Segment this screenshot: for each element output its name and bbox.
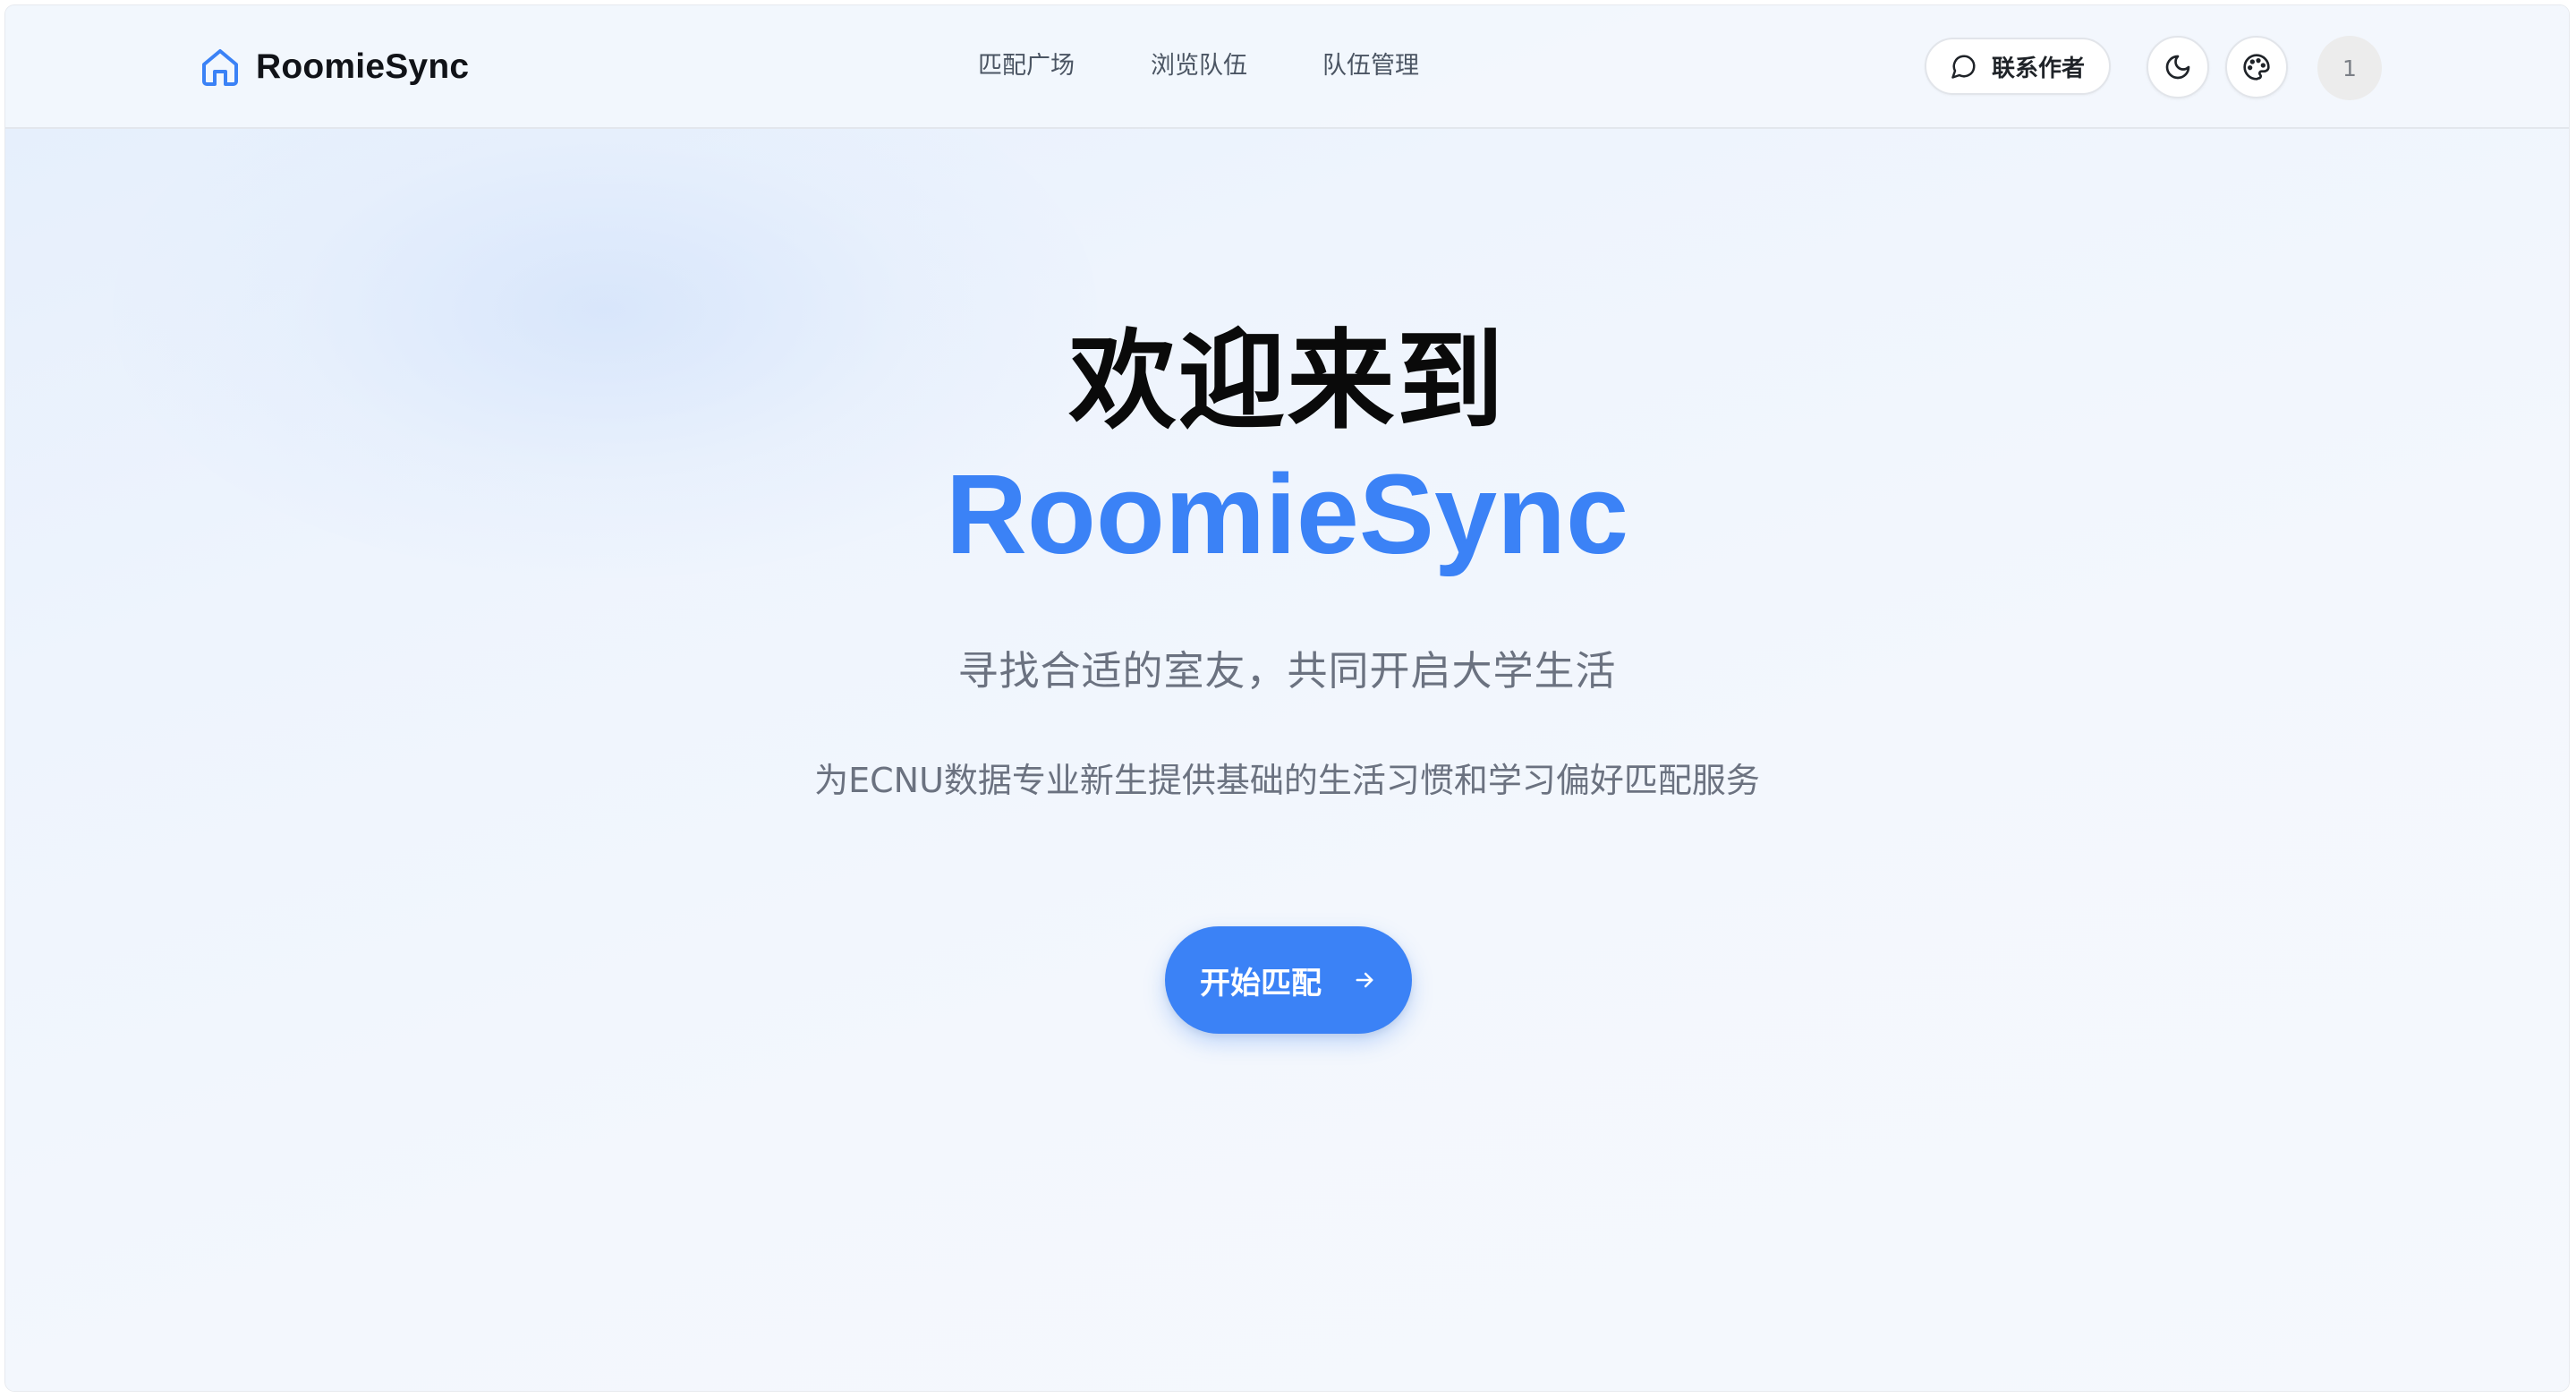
nav-item-browse-teams[interactable]: 浏览队伍 xyxy=(1151,48,1247,84)
arrow-right-icon xyxy=(1356,972,1373,988)
avatar-text: 1 xyxy=(2342,55,2357,81)
brand-name: RoomieSync xyxy=(256,47,470,86)
theme-toggle-button[interactable] xyxy=(2147,36,2209,98)
chat-bubble-icon xyxy=(1951,55,1976,79)
brand-logo[interactable]: RoomieSync xyxy=(199,45,469,90)
top-navbar: RoomieSync 匹配广场 浏览队伍 队伍管理 联系作者 1 xyxy=(5,5,2569,129)
contact-author-label: 联系作者 xyxy=(1991,55,2085,82)
theme-palette-button[interactable] xyxy=(2225,36,2288,98)
moon-icon xyxy=(2165,55,2190,80)
hero-tagline: 寻找合适的室友，共同开启大学生活 xyxy=(957,647,1617,695)
user-avatar[interactable]: 1 xyxy=(2317,36,2382,100)
contact-author-button[interactable]: 联系作者 xyxy=(1925,38,2111,95)
nav-item-match-square[interactable]: 匹配广场 xyxy=(978,48,1075,84)
start-matching-label: 开始匹配 xyxy=(1200,965,1322,1002)
hero-title-brand: RoomieSync xyxy=(945,451,1629,577)
nav-item-team-management[interactable]: 队伍管理 xyxy=(1322,48,1419,84)
hero-description: 为ECNU数据专业新生提供基础的生活习惯和学习偏好匹配服务 xyxy=(814,761,1760,800)
hero-title-line1: 欢迎来到 xyxy=(1068,320,1506,444)
home-icon xyxy=(202,49,238,86)
palette-icon xyxy=(2243,54,2270,81)
start-matching-button[interactable]: 开始匹配 xyxy=(1165,926,1412,1034)
app-window: RoomieSync 匹配广场 浏览队伍 队伍管理 联系作者 1 欢迎来到 Ro… xyxy=(5,5,2569,1391)
